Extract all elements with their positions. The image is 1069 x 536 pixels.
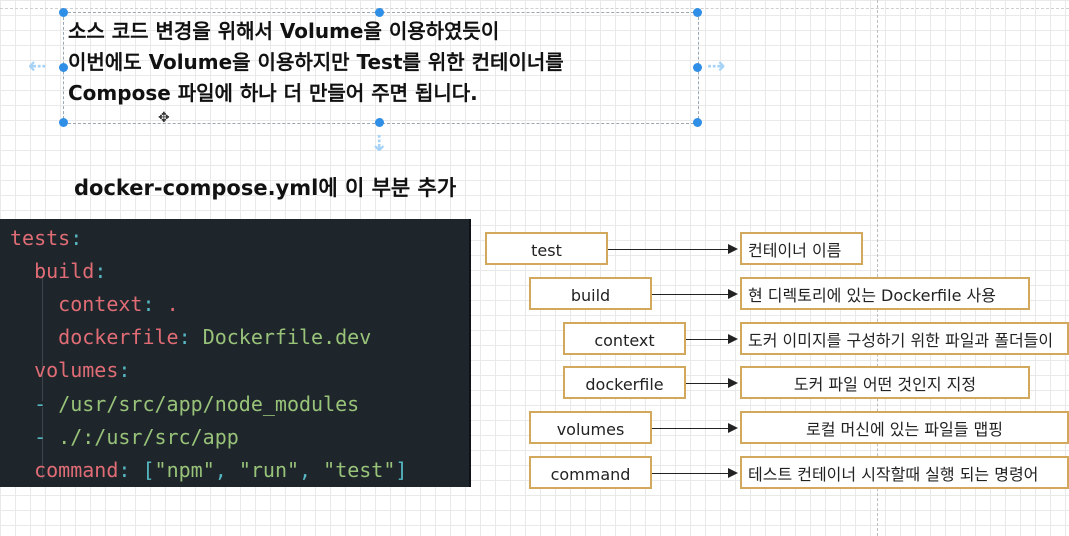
code-key: dockerfile	[58, 325, 179, 349]
code-value: Dockerfile.dev	[202, 325, 372, 349]
code-line-volume-item: - ./:/usr/src/app	[34, 425, 239, 449]
term-box-volumes[interactable]: volumes	[529, 411, 652, 444]
selection-handle-bottom-left[interactable]	[59, 118, 68, 127]
code-line-tests: tests:	[10, 226, 83, 250]
intro-line: 이번에도 Volume을 이용하지만 Test를 위한 컨테이너를	[68, 50, 564, 74]
code-key: command	[34, 458, 119, 482]
move-cursor-icon: ✥	[158, 110, 170, 126]
intro-line: 소스 코드 변경을 위해서 Volume을 이용하였듯이	[68, 19, 500, 43]
description-box-dockerfile[interactable]: 도커 파일 어떤 것인지 지정	[740, 366, 1030, 399]
intro-text[interactable]: 소스 코드 변경을 위해서 Volume을 이용하였듯이 이번에도 Volume…	[68, 16, 708, 109]
connector-arrow	[608, 244, 738, 254]
connector-arrow	[686, 378, 738, 388]
description-box-build[interactable]: 현 디렉토리에 있는 Dockerfile 사용	[740, 277, 1030, 310]
code-line-build: build:	[34, 259, 107, 283]
term-box-dockerfile[interactable]: dockerfile	[563, 366, 686, 399]
code-line-volume-item: - /usr/src/app/node_modules	[34, 392, 360, 416]
term-box-test[interactable]: test	[485, 232, 608, 265]
intro-line: Compose 파일에 하나 더 만들어 주면 됩니다.	[68, 81, 478, 105]
selection-handle-bottom-right[interactable]	[693, 118, 702, 127]
code-value: ./:/usr/src/app	[58, 425, 239, 449]
code-key: tests	[10, 226, 71, 250]
selection-handle-bottom-center[interactable]	[375, 118, 384, 127]
code-block: tests: build: context: . dockerfile: Doc…	[0, 219, 471, 487]
code-value: test	[335, 458, 384, 482]
connector-arrow	[652, 468, 738, 478]
description-box-volumes[interactable]: 로컬 머신에 있는 파일들 맵핑	[740, 411, 1069, 444]
canvas-guide-horizontal	[0, 8, 1069, 9]
code-value: npm	[166, 458, 203, 482]
code-line-context: context: .	[58, 292, 179, 316]
code-value: .	[166, 292, 179, 316]
connector-arrow	[652, 423, 738, 433]
code-value: run	[250, 458, 287, 482]
connect-down-arrow-icon[interactable]: ⇣	[370, 134, 388, 156]
code-value: /usr/src/app/node_modules	[58, 392, 360, 416]
connect-left-arrow-icon[interactable]: ⇠	[28, 56, 46, 78]
connector-arrow	[686, 334, 738, 344]
term-box-build[interactable]: build	[529, 277, 652, 310]
description-box-context[interactable]: 도커 이미지를 구성하기 위한 파일과 폴더들이	[740, 322, 1069, 355]
code-key: volumes	[34, 358, 119, 382]
code-key: build	[34, 259, 95, 283]
description-box-test[interactable]: 컨테이너 이름	[740, 232, 863, 265]
subtitle: docker-compose.yml에 이 부분 추가	[74, 176, 457, 200]
connect-right-arrow-icon[interactable]: ⇢	[707, 56, 725, 78]
code-key: context	[58, 292, 143, 316]
code-line-dockerfile: dockerfile: Dockerfile.dev	[58, 325, 372, 349]
description-box-command[interactable]: 테스트 컨테이너 시작할때 실행 되는 명령어	[740, 456, 1069, 489]
code-line-command: command: ["npm", "run", "test"]	[34, 458, 408, 482]
term-box-command[interactable]: command	[529, 456, 652, 489]
term-box-context[interactable]: context	[563, 322, 686, 355]
selection-handle-top-left[interactable]	[59, 8, 68, 17]
connector-arrow	[652, 289, 738, 299]
code-line-volumes: volumes:	[34, 358, 131, 382]
selection-handle-middle-left[interactable]	[59, 63, 68, 72]
